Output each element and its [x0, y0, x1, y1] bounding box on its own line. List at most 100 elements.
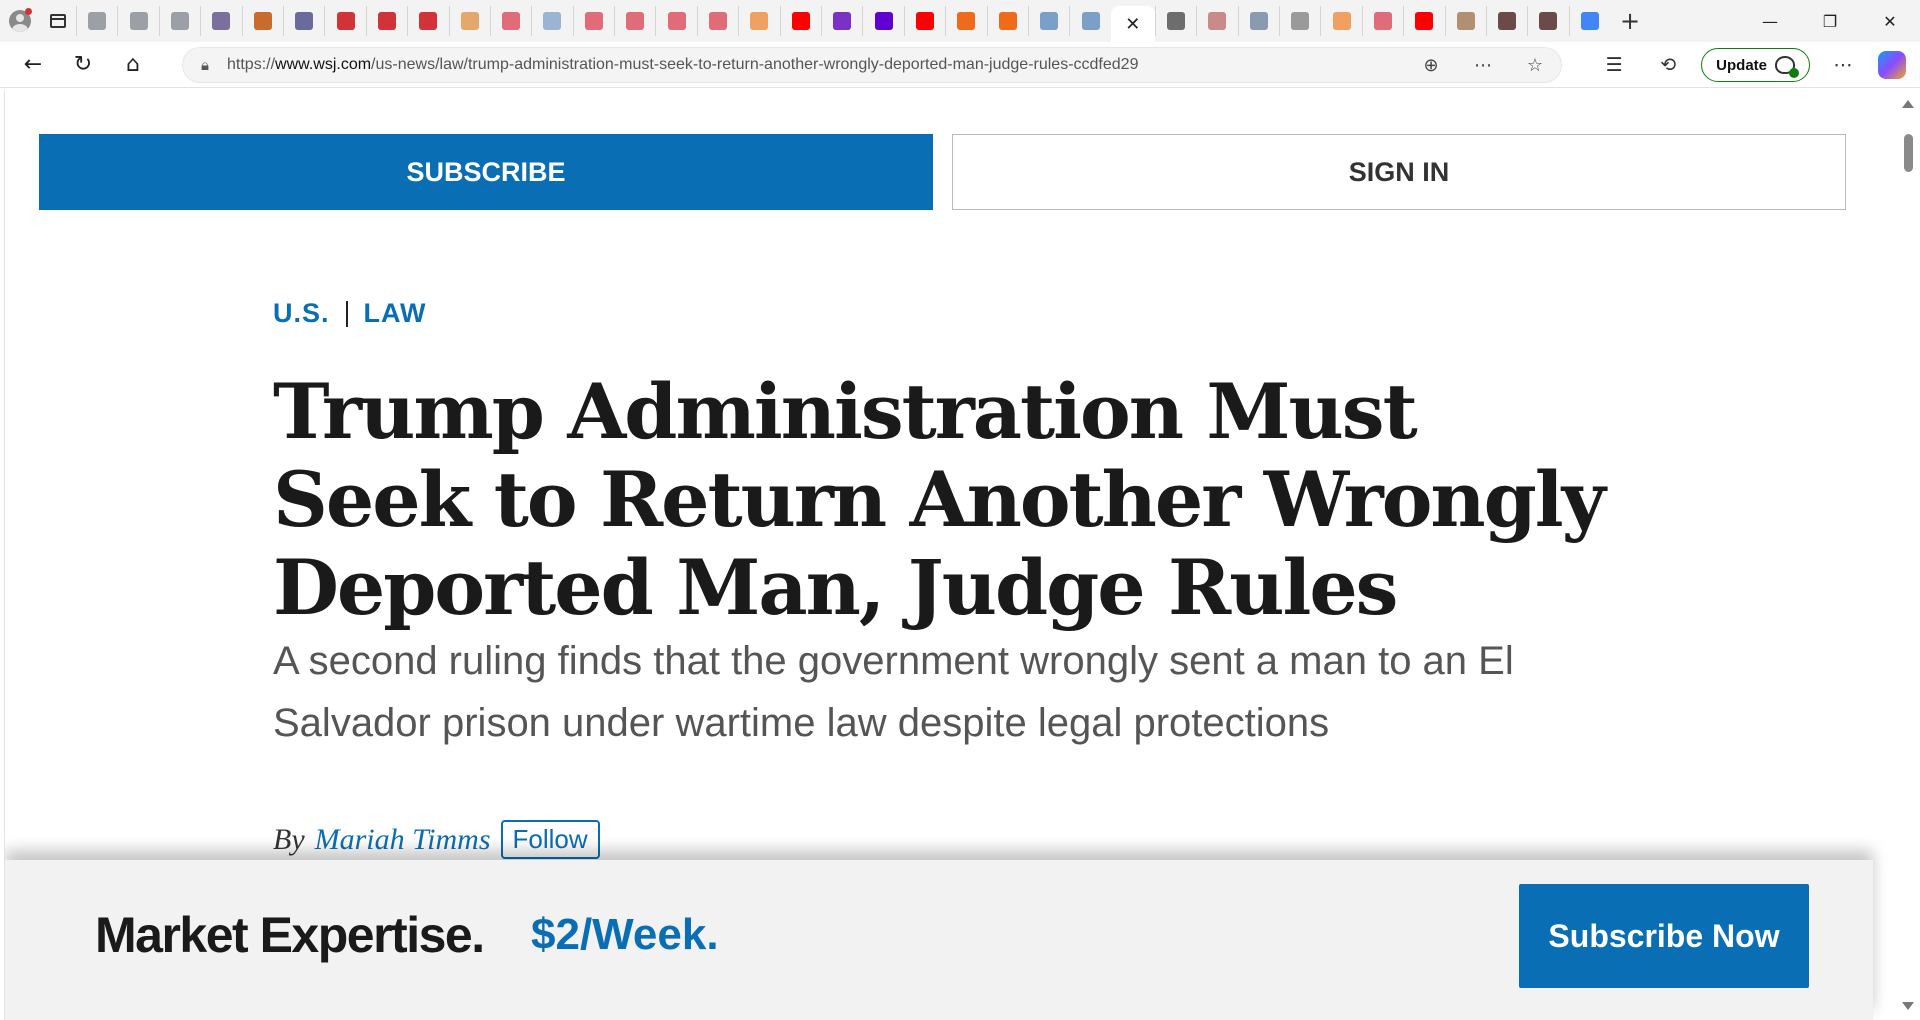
gp-icon: [1249, 12, 1268, 30]
home-button[interactable]: ⌂: [108, 45, 158, 85]
copilot-icon[interactable]: [1878, 51, 1906, 79]
breadcrumb-section-link[interactable]: U.S.: [273, 298, 330, 329]
browser-tab[interactable]: [282, 6, 324, 36]
r-icon: [377, 12, 396, 30]
back-button[interactable]: ←: [8, 45, 58, 85]
favorite-star-icon[interactable]: ☆: [1509, 55, 1561, 76]
bookmark-icon: [957, 12, 976, 30]
subscription-promo-banner: Market Expertise. $2/Week. Subscribe Now: [5, 860, 1873, 1020]
profile-button[interactable]: [0, 0, 40, 42]
favorites-icon[interactable]: ☰: [1587, 54, 1641, 76]
b-icon: [750, 12, 769, 30]
browser-tab[interactable]: [1444, 6, 1486, 36]
browser-tab[interactable]: [945, 6, 986, 36]
sign-in-button[interactable]: SIGN IN: [952, 134, 1846, 210]
play-icon: [502, 12, 521, 30]
scrollbar-thumb[interactable]: [1904, 134, 1913, 172]
author-link[interactable]: Mariah Timms: [315, 823, 491, 857]
browser-tab[interactable]: [1069, 6, 1110, 36]
scroll-down-arrow-icon[interactable]: [1902, 1002, 1914, 1010]
new-tab-button[interactable]: +: [1610, 0, 1650, 42]
browser-tab[interactable]: [117, 6, 158, 36]
address-bar[interactable]: 🔒︎ https://www.wsj.com/us-news/law/trump…: [182, 47, 1562, 83]
browser-tab[interactable]: [241, 6, 283, 36]
browser-tab[interactable]: [986, 6, 1028, 36]
active-tab[interactable]: ✕: [1110, 6, 1155, 42]
browser-tab[interactable]: [489, 6, 531, 36]
url-text[interactable]: https://www.wsj.com/us-news/law/trump-ad…: [227, 56, 1138, 74]
close-window-button[interactable]: ✕: [1860, 0, 1920, 42]
minimize-button[interactable]: —: [1740, 0, 1800, 42]
breadcrumb-separator: [345, 300, 348, 327]
youtube-icon: [916, 12, 934, 30]
browser-tab[interactable]: [903, 6, 945, 36]
breadcrumb-subsection-link[interactable]: LAW: [364, 298, 427, 329]
update-heart-icon: [1775, 56, 1799, 78]
browser-tab[interactable]: [1485, 6, 1527, 36]
play-icon: [709, 12, 728, 30]
globe-icon: [129, 12, 148, 30]
r-icon: [336, 12, 355, 30]
play-icon: [1373, 12, 1392, 30]
browser-tab[interactable]: [407, 6, 448, 36]
page-scrollbar[interactable]: [1896, 90, 1920, 1020]
arrow-icon: [295, 12, 314, 30]
browser-tab[interactable]: [821, 6, 862, 36]
browser-tab[interactable]: [1196, 6, 1237, 36]
navigation-bar: ← ↻ ⌂ 🔒︎ https://www.wsj.com/us-news/law…: [0, 42, 1920, 88]
browser-tab[interactable]: [614, 6, 655, 36]
zoom-icon[interactable]: ⊕: [1405, 55, 1457, 76]
update-label: Update: [1716, 56, 1767, 74]
youtube-icon: [1415, 12, 1434, 30]
browser-tab[interactable]: [324, 6, 365, 36]
site-info-lock-icon[interactable]: 🔒︎: [183, 57, 227, 74]
breadcrumb: U.S. LAW: [273, 298, 427, 329]
browser-tab[interactable]: [572, 6, 614, 36]
browser-tab[interactable]: [738, 6, 779, 36]
browser-tab[interactable]: [1527, 6, 1568, 36]
browser-tab[interactable]: [1154, 6, 1196, 36]
close-tab-icon[interactable]: ✕: [1125, 14, 1140, 35]
b-icon: [1332, 12, 1351, 30]
browser-tab[interactable]: [1237, 6, 1279, 36]
browser-tab[interactable]: [1027, 6, 1069, 36]
browser-tab[interactable]: [76, 6, 117, 36]
more-tools-icon[interactable]: ⋯: [1457, 55, 1509, 76]
byline: By Mariah Timms Follow: [273, 820, 600, 859]
browser-tab[interactable]: [862, 6, 903, 36]
browser-tab[interactable]: [531, 6, 572, 36]
tab-list-after: [1154, 0, 1610, 42]
browser-tab[interactable]: [696, 6, 738, 36]
browser-tab[interactable]: [200, 6, 241, 36]
rs-icon: [1539, 12, 1558, 30]
follow-button[interactable]: Follow: [500, 820, 600, 859]
yahoo-icon: [833, 12, 852, 30]
scroll-up-arrow-icon[interactable]: [1902, 100, 1914, 108]
settings-more-icon[interactable]: ⋯: [1816, 54, 1870, 76]
subscribe-now-button[interactable]: Subscribe Now: [1519, 884, 1809, 988]
browser-tab[interactable]: [1361, 6, 1403, 36]
update-button[interactable]: Update: [1701, 48, 1810, 82]
browser-tab[interactable]: [1278, 6, 1320, 36]
circle-icon: [460, 12, 479, 30]
promo-headline: Market Expertise.: [95, 907, 485, 963]
globe-icon: [170, 12, 189, 30]
history-icon[interactable]: ⟲: [1641, 54, 1695, 76]
restore-button[interactable]: ❐: [1800, 0, 1860, 42]
browser-tab[interactable]: [655, 6, 696, 36]
tab-actions-button[interactable]: [40, 0, 76, 42]
browser-tab[interactable]: [1568, 6, 1610, 36]
subscribe-button[interactable]: SUBSCRIBE: [39, 134, 933, 210]
window-controls: — ❐ ✕: [1740, 0, 1920, 42]
refresh-button[interactable]: ↻: [58, 45, 108, 85]
web-page: SUBSCRIBE SIGN IN U.S. LAW Trump Adminis…: [4, 90, 1896, 1020]
byline-prefix: By: [273, 822, 305, 856]
browser-tab[interactable]: [365, 6, 407, 36]
browser-tab[interactable]: [779, 6, 821, 36]
browser-tab[interactable]: [1320, 6, 1361, 36]
article-headline: Trump Administration Must Seek to Return…: [273, 367, 1606, 632]
notification-dot: [25, 8, 32, 15]
browser-tab[interactable]: [158, 6, 200, 36]
browser-tab[interactable]: [448, 6, 490, 36]
browser-tab[interactable]: [1403, 6, 1444, 36]
